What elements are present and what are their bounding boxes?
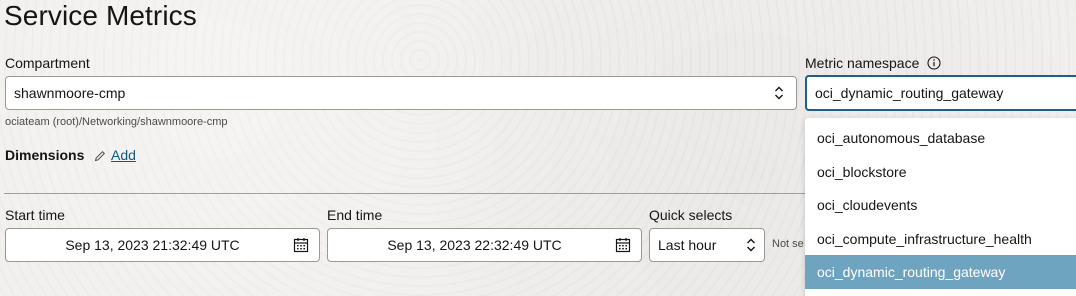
metric-namespace-value: oci_dynamic_routing_gateway <box>815 85 1004 101</box>
info-icon[interactable] <box>927 56 941 70</box>
compartment-path: ociateam (root)/Networking/shawnmoore-cm… <box>5 116 228 128</box>
start-time-input[interactable]: Sep 13, 2023 21:32:49 UTC <box>5 228 320 262</box>
pencil-icon <box>94 150 106 162</box>
quick-selects-value: Last hour <box>658 237 717 253</box>
quick-selects-label: Quick selects <box>649 207 733 223</box>
end-time-value: Sep 13, 2023 22:32:49 UTC <box>387 237 562 253</box>
namespace-option[interactable]: oci_autonomous_database <box>805 121 1076 155</box>
page-title: Service Metrics <box>4 0 197 31</box>
metric-namespace-dropdown: oci_autonomous_database oci_blockstore o… <box>805 118 1076 296</box>
section-divider <box>4 193 808 194</box>
dimensions-label: Dimensions <box>5 147 85 163</box>
namespace-option[interactable]: oci_blockstore <box>805 155 1076 189</box>
truncated-text: Not se <box>772 238 804 250</box>
metric-namespace-input[interactable]: oci_dynamic_routing_gateway <box>805 75 1076 111</box>
compartment-select[interactable]: shawnmoore-cmp <box>5 76 797 110</box>
calendar-icon[interactable] <box>293 237 309 253</box>
start-time-value: Sep 13, 2023 21:32:49 UTC <box>65 237 240 253</box>
compartment-select-value: shawnmoore-cmp <box>14 85 126 101</box>
compartment-label: Compartment <box>5 55 90 71</box>
calendar-icon[interactable] <box>615 237 631 253</box>
end-time-input[interactable]: Sep 13, 2023 22:32:49 UTC <box>327 228 642 262</box>
start-time-label: Start time <box>5 207 65 223</box>
quick-selects-select[interactable]: Last hour <box>649 228 765 262</box>
add-dimension-link[interactable]: Add <box>111 147 136 163</box>
namespace-option[interactable]: oci_cloudevents <box>805 188 1076 222</box>
namespace-option-selected[interactable]: oci_dynamic_routing_gateway <box>805 255 1076 289</box>
end-time-label: End time <box>327 207 383 223</box>
namespace-option[interactable]: oci_compute_infrastructure_health <box>805 222 1076 256</box>
chevron-up-down-icon <box>747 238 755 252</box>
chevron-up-down-icon <box>775 86 783 100</box>
metric-namespace-label: Metric namespace <box>805 55 920 71</box>
